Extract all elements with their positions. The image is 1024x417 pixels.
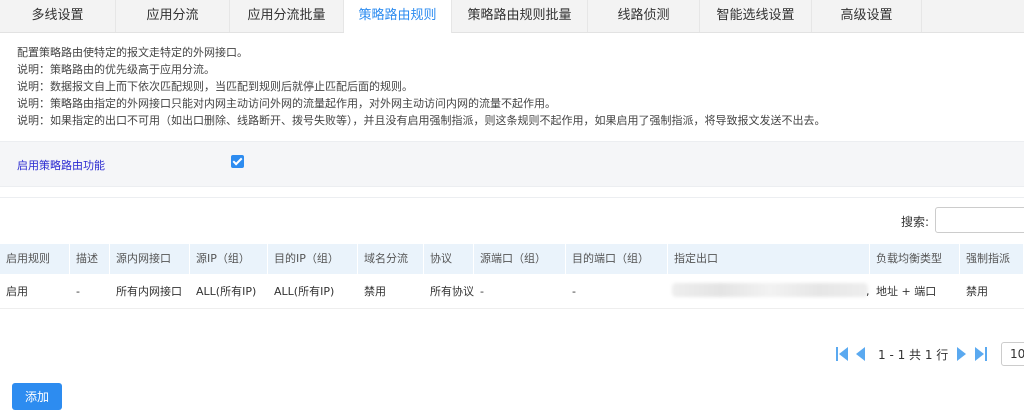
- cell-source-port: -: [480, 285, 484, 298]
- add-button[interactable]: 添加: [12, 383, 62, 410]
- cell-description: -: [76, 285, 80, 298]
- tab-app-routing-batch[interactable]: 应用分流批量: [230, 0, 344, 32]
- column-header-enable-rule[interactable]: 启用规则: [0, 244, 70, 274]
- last-page-bar-icon[interactable]: [985, 347, 987, 361]
- next-page-icon[interactable]: [957, 347, 966, 361]
- last-page-icon[interactable]: [975, 347, 984, 361]
- prev-page-icon[interactable]: [856, 347, 865, 361]
- tab-bar: 多线设置 应用分流 应用分流批量 策略路由规则 策略路由规则批量 线路侦测 智能…: [0, 0, 1024, 33]
- tab-smart-line-selection[interactable]: 智能选线设置: [700, 0, 812, 32]
- description-block: 配置策略路由使特定的报文走特定的外网接口。 说明：策略路由的优先级高于应用分流。…: [17, 44, 1017, 129]
- cell-separator: ,: [866, 285, 870, 298]
- cell-load-balance-type: 地址 + 端口: [876, 285, 937, 298]
- cell-outbound-interface-redacted: [672, 283, 868, 297]
- tab-multiline-settings[interactable]: 多线设置: [0, 0, 116, 32]
- column-header-domain-routing[interactable]: 域名分流: [358, 244, 424, 274]
- cell-protocol: 所有协议: [430, 285, 474, 298]
- tab-policy-routing-rules-batch[interactable]: 策略路由规则批量: [452, 0, 588, 32]
- first-page-icon[interactable]: [839, 347, 848, 361]
- column-header-source-port[interactable]: 源端口（组）: [474, 244, 566, 274]
- search-input[interactable]: [935, 207, 1024, 233]
- tab-app-routing[interactable]: 应用分流: [116, 0, 230, 32]
- divider: [0, 197, 1024, 198]
- cell-force-assign: 禁用: [966, 285, 988, 298]
- enable-section: 启用策略路由功能: [0, 141, 1024, 187]
- description-line: 说明：如果指定的出口不可用（如出口删除、线路断开、拨号失败等），并且没有启用强制…: [17, 114, 826, 127]
- cell-source-interface: 所有内网接口: [116, 285, 182, 298]
- description-line: 说明：策略路由的优先级高于应用分流。: [17, 63, 215, 76]
- cell-source-ip: ALL(所有IP): [196, 285, 257, 298]
- enable-policy-routing-label: 启用策略路由功能: [17, 159, 105, 172]
- column-header-destination-ip[interactable]: 目的IP（组）: [268, 244, 358, 274]
- page-size-select[interactable]: 10: [1001, 342, 1024, 366]
- column-header-force-assign[interactable]: 强制指派: [960, 244, 1024, 274]
- pagination-info: 1 - 1 共 1 行: [878, 348, 949, 362]
- column-header-protocol[interactable]: 协议: [424, 244, 474, 274]
- column-header-load-balance-type[interactable]: 负载均衡类型: [870, 244, 960, 274]
- first-page-bar-icon[interactable]: [836, 347, 838, 361]
- description-line: 配置策略路由使特定的报文走特定的外网接口。: [17, 46, 248, 59]
- table-header: 启用规则 描述 源内网接口 源IP（组） 目的IP（组） 域名分流 协议 源端口…: [0, 244, 1024, 274]
- tab-line-detection[interactable]: 线路侦测: [588, 0, 700, 32]
- tab-advanced-settings[interactable]: 高级设置: [812, 0, 922, 32]
- cell-domain-routing: 禁用: [364, 285, 386, 298]
- description-line: 说明：策略路由指定的外网接口只能对内网主动访问外网的流量起作用，对外网主动访问内…: [17, 97, 556, 110]
- enable-policy-routing-checkbox[interactable]: [231, 155, 244, 168]
- cell-destination-port: -: [572, 285, 576, 298]
- cell-destination-ip: ALL(所有IP): [274, 285, 335, 298]
- tab-policy-routing-rules[interactable]: 策略路由规则: [344, 0, 452, 33]
- column-header-source-ip[interactable]: 源IP（组）: [190, 244, 268, 274]
- cell-enable-rule: 启用: [6, 285, 28, 298]
- column-header-description[interactable]: 描述: [70, 244, 110, 274]
- column-header-outbound-interface[interactable]: 指定出口: [668, 244, 870, 274]
- search-label: 搜索:: [901, 215, 930, 229]
- column-header-destination-port[interactable]: 目的端口（组）: [566, 244, 668, 274]
- column-header-source-interface[interactable]: 源内网接口: [110, 244, 190, 274]
- description-line: 说明：数据报文自上而下依次匹配规则，当匹配到规则后就停止匹配后面的规则。: [17, 80, 413, 93]
- table-row[interactable]: 启用 - 所有内网接口 ALL(所有IP) ALL(所有IP) 禁用 所有协议 …: [0, 276, 1024, 309]
